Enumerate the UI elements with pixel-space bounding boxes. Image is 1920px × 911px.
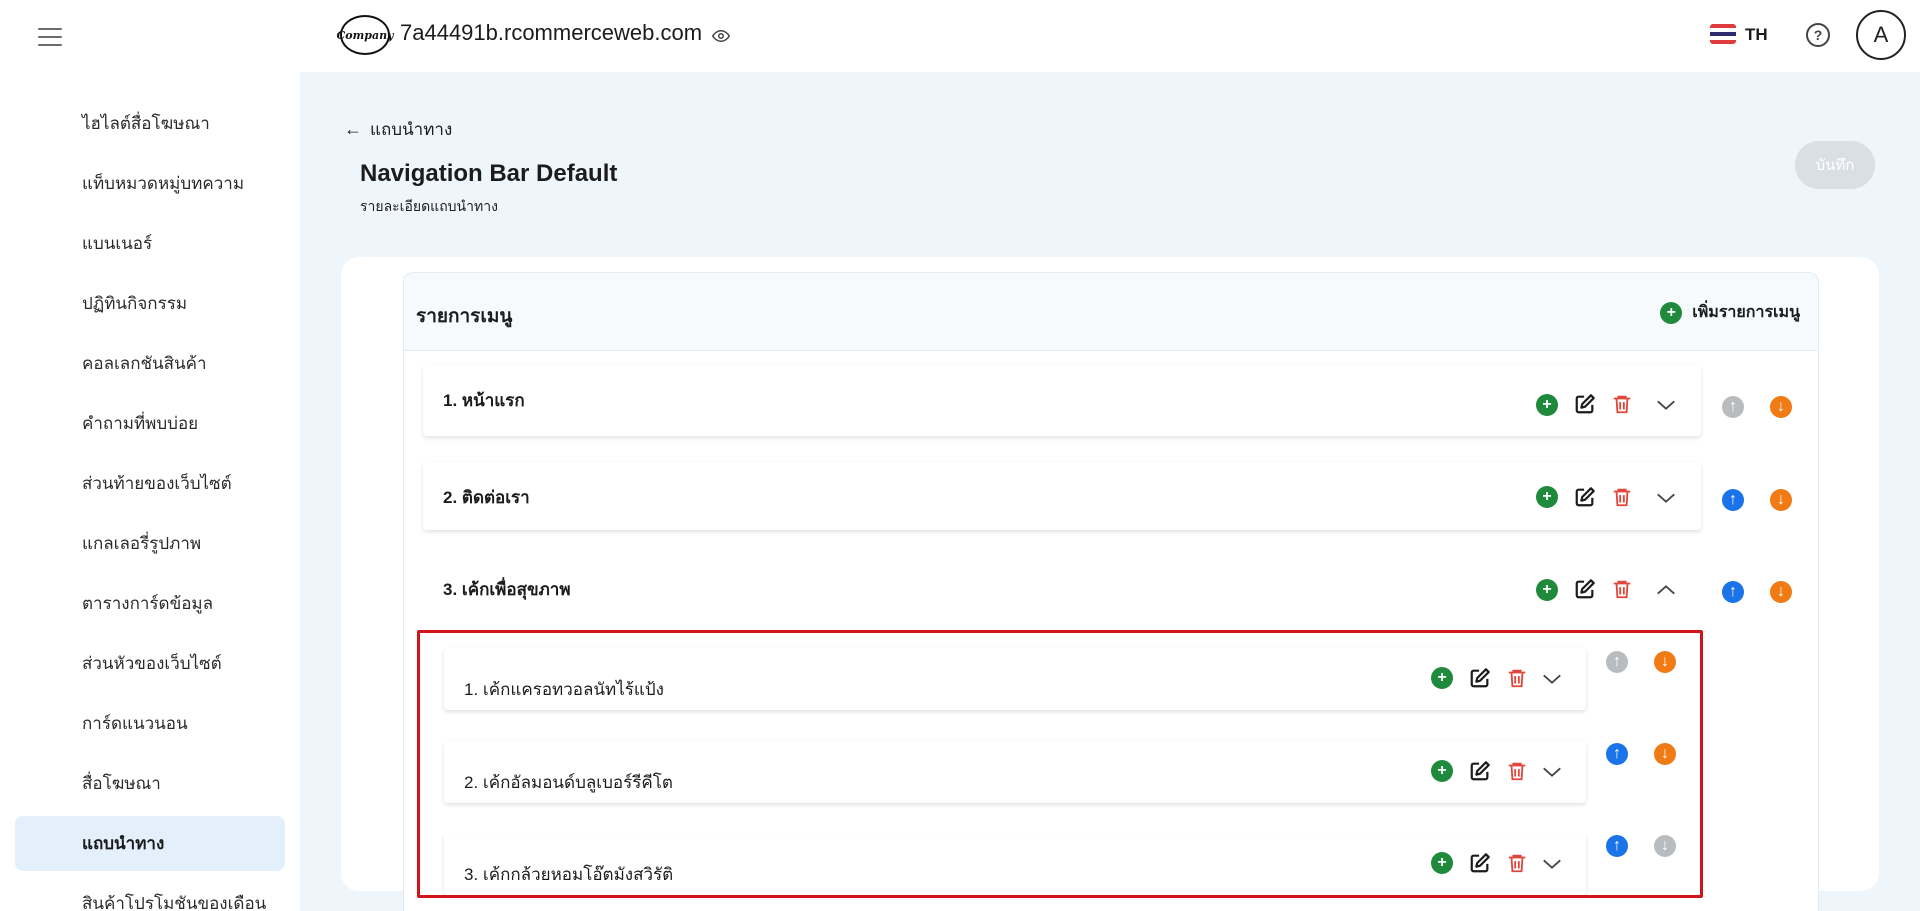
- back-link[interactable]: ← แถบนำทาง: [344, 116, 452, 143]
- back-link-label: แถบนำทาง: [370, 120, 453, 139]
- save-button[interactable]: บันทึก: [1795, 141, 1875, 189]
- sidebar-item-media-highlights[interactable]: ไฮไลต์สื่อโฆษณา: [15, 96, 285, 151]
- add-child-icon[interactable]: +: [1536, 579, 1558, 601]
- sidebar-item-card-grid[interactable]: ตารางการ์ดข้อมูล: [15, 576, 285, 631]
- add-menu-item-label: เพิ่มรายการเมนู: [1692, 304, 1800, 321]
- sidebar-item-faq[interactable]: คำถามที่พบบ่อย: [15, 396, 285, 451]
- sidebar-item-monthly-promotion[interactable]: สินค้าโปรโมชันของเดือน: [15, 876, 285, 911]
- site-domain: 7a44491b.rcommerceweb.com: [400, 20, 703, 45]
- thai-flag-icon: [1710, 24, 1736, 44]
- sidebar-item-banner[interactable]: แบนเนอร์: [15, 216, 285, 271]
- move-down-icon[interactable]: ↓: [1770, 396, 1792, 418]
- menu-item-label: 3. เค้กเพื่อสุขภาพ: [443, 580, 571, 599]
- sidebar-item-image-gallery[interactable]: แกลเลอรี่รูปภาพ: [15, 516, 285, 571]
- chevron-up-icon[interactable]: [1655, 579, 1677, 601]
- menu-item-row: 2. ติดต่อเรา: [423, 462, 1701, 530]
- edit-icon[interactable]: [1574, 486, 1596, 508]
- chevron-down-icon[interactable]: [1655, 487, 1677, 509]
- sidebar-item-navigation-bar[interactable]: แถบนำทาง: [15, 816, 285, 871]
- sidebar-item-product-collection[interactable]: คอลเลกชันสินค้า: [15, 336, 285, 391]
- submenu-highlight-box: [417, 630, 1703, 898]
- sidebar-item-horizontal-card[interactable]: การ์ดแนวนอน: [15, 696, 285, 751]
- menu-list-title: รายการเมนู: [416, 306, 513, 327]
- move-down-icon[interactable]: ↓: [1770, 489, 1792, 511]
- back-arrow-icon: ←: [344, 119, 362, 139]
- move-up-icon[interactable]: ↑: [1722, 396, 1744, 418]
- plus-circle-icon: +: [1660, 301, 1683, 324]
- menu-item-row: 3. เค้กเพื่อสุขภาพ: [423, 554, 1701, 624]
- trash-icon[interactable]: [1611, 486, 1633, 508]
- add-child-icon[interactable]: +: [1536, 486, 1558, 508]
- page-subtitle: รายละเอียดแถบนำทาง: [360, 198, 498, 214]
- edit-icon[interactable]: [1574, 393, 1596, 415]
- menu-item-row: 1. หน้าแรก: [423, 365, 1701, 436]
- sidebar: ไฮไลต์สื่อโฆษณา แท็บหมวดหมู่บทความ แบนเน…: [0, 0, 300, 911]
- sidebar-item-footer[interactable]: ส่วนท้ายของเว็บไซต์: [15, 456, 285, 511]
- add-menu-item-button[interactable]: + เพิ่มรายการเมนู: [1660, 300, 1800, 325]
- menu-item-label: 2. ติดต่อเรา: [443, 488, 530, 507]
- sidebar-item-advertising[interactable]: สื่อโฆษณา: [15, 756, 285, 811]
- menu-item-label: 1. หน้าแรก: [443, 391, 525, 410]
- company-logo: Company: [337, 15, 393, 55]
- sidebar-item-article-category-tabs[interactable]: แท็บหมวดหมู่บทความ: [15, 156, 285, 211]
- add-child-icon[interactable]: +: [1536, 394, 1558, 416]
- top-header: Company 7a44491b.rcommerceweb.com TH ? A: [300, 0, 1920, 72]
- edit-icon[interactable]: [1574, 578, 1596, 600]
- language-selector[interactable]: TH: [1745, 25, 1768, 45]
- sidebar-nav: ไฮไลต์สื่อโฆษณา แท็บหมวดหมู่บทความ แบนเน…: [15, 96, 285, 911]
- hamburger-menu-icon[interactable]: [38, 28, 62, 48]
- menu-list-header: รายการเมนู + เพิ่มรายการเมนู: [404, 273, 1818, 351]
- sidebar-item-header[interactable]: ส่วนหัวของเว็บไซต์: [15, 636, 285, 691]
- help-icon[interactable]: ?: [1806, 23, 1830, 47]
- sidebar-item-event-calendar[interactable]: ปฏิทินกิจกรรม: [15, 276, 285, 331]
- move-up-icon[interactable]: ↑: [1722, 489, 1744, 511]
- move-down-icon[interactable]: ↓: [1770, 581, 1792, 603]
- eye-icon[interactable]: [712, 27, 730, 45]
- move-up-icon[interactable]: ↑: [1722, 581, 1744, 603]
- trash-icon[interactable]: [1611, 393, 1633, 415]
- avatar[interactable]: A: [1856, 10, 1906, 60]
- trash-icon[interactable]: [1611, 578, 1633, 600]
- chevron-down-icon[interactable]: [1655, 394, 1677, 416]
- page-title: Navigation Bar Default: [360, 160, 618, 187]
